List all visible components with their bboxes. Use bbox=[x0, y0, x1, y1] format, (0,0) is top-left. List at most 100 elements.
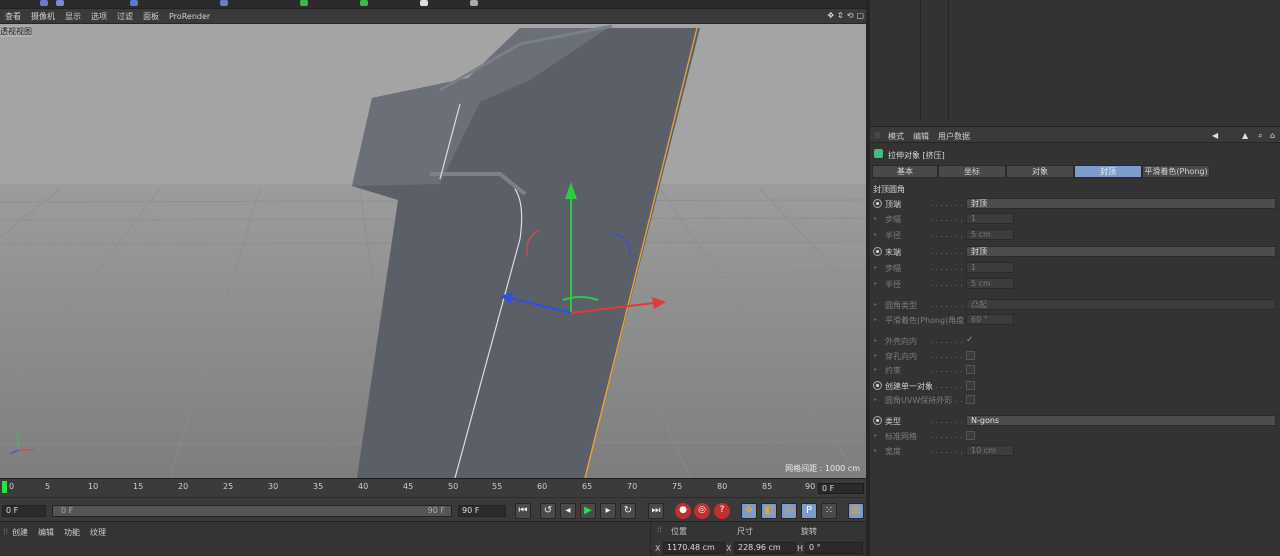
attribute-number-field[interactable]: 1 bbox=[966, 262, 1014, 273]
menu-options[interactable]: 选项 bbox=[86, 11, 112, 22]
go-to-start-icon[interactable]: ⏮ bbox=[515, 503, 531, 519]
viewport-scene[interactable] bbox=[0, 24, 866, 478]
menu-function[interactable]: 功能 bbox=[64, 527, 80, 538]
checkbox[interactable] bbox=[966, 351, 975, 360]
tool-icon[interactable] bbox=[220, 0, 228, 6]
menu-prorender[interactable]: ProRender bbox=[164, 12, 215, 21]
zoom-nav-icon[interactable]: ⇕ bbox=[837, 11, 844, 20]
attribute-number-field[interactable]: 5 cm bbox=[966, 278, 1014, 289]
attribute-dropdown[interactable]: 封顶 bbox=[966, 198, 1276, 209]
key-rotation-icon[interactable]: ◎ bbox=[781, 503, 797, 519]
animate-radio-icon[interactable] bbox=[873, 247, 882, 256]
end-frame-field[interactable]: 90 F bbox=[458, 505, 506, 517]
tab-coord[interactable]: 坐标 bbox=[938, 165, 1006, 178]
attribute-row: ▸ 约束 . . . . . . . bbox=[870, 363, 1280, 377]
attribute-number-field[interactable]: 10 cm bbox=[966, 445, 1014, 456]
menu-user-data[interactable]: 用户数据 bbox=[938, 131, 970, 142]
rotate-nav-icon[interactable]: ⟲ bbox=[847, 11, 854, 20]
checkbox[interactable] bbox=[966, 431, 975, 440]
menu-filter[interactable]: 过滤 bbox=[112, 11, 138, 22]
menu-panel[interactable]: 面板 bbox=[138, 11, 164, 22]
label-leader-dots: . . . . . . . bbox=[930, 395, 964, 404]
attribute-number-field[interactable]: 5 cm bbox=[966, 229, 1014, 240]
next-frame-icon[interactable]: ▸ bbox=[600, 503, 616, 519]
tab-caps[interactable]: 封顶 bbox=[1074, 165, 1142, 178]
start-frame-field[interactable]: 0 F bbox=[2, 505, 46, 517]
attribute-row: 创建单一对象. . . . . . . bbox=[870, 379, 1280, 393]
menu-display[interactable]: 显示 bbox=[60, 11, 86, 22]
timeline-tick: 25 bbox=[223, 482, 234, 491]
attribute-label: 外壳向内 bbox=[885, 337, 917, 346]
perspective-viewport[interactable]: 透视视图 网格间距 : 1000 cm bbox=[0, 24, 866, 478]
label-leader-dots: . . . . . . . bbox=[930, 446, 964, 455]
playhead[interactable] bbox=[2, 481, 7, 493]
next-key-icon[interactable]: ↻ bbox=[620, 503, 636, 519]
attribute-dropdown[interactable]: 凸起 bbox=[966, 299, 1276, 310]
tab-phong[interactable]: 平滑着色(Phong) bbox=[1142, 165, 1210, 178]
tool-icon[interactable] bbox=[56, 0, 64, 6]
maximize-icon[interactable]: ▢ bbox=[856, 11, 864, 20]
tool-icon[interactable] bbox=[360, 0, 368, 6]
size-x-field[interactable]: 228.96 cm bbox=[734, 542, 796, 554]
size-x-label: X bbox=[726, 544, 732, 553]
extrude-object-icon bbox=[874, 149, 883, 158]
frame-range-slider[interactable]: 0 F 90 F bbox=[52, 505, 452, 517]
tab-basic[interactable]: 基本 bbox=[872, 165, 938, 178]
viewport-nav-icons: ✥ ⇕ ⟲ ▢ bbox=[827, 11, 864, 20]
up-arrow-icon[interactable]: ▲ bbox=[1242, 131, 1248, 140]
menu-camera[interactable]: 摄像机 bbox=[26, 11, 60, 22]
coordinates-manager: ⁞⁞ 位置 尺寸 旋转 X 1170.48 cm X 228.96 cm H 0… bbox=[650, 522, 866, 556]
tool-icon[interactable] bbox=[130, 0, 138, 6]
attribute-number-field[interactable]: 1 bbox=[966, 213, 1014, 224]
menu-texture[interactable]: 纹理 bbox=[90, 527, 106, 538]
record-keys-icon[interactable]: ● bbox=[675, 503, 691, 519]
play-icon[interactable]: ▶ bbox=[580, 503, 596, 519]
expand-arrow-icon: ▸ bbox=[874, 215, 878, 222]
tool-icon[interactable] bbox=[40, 0, 48, 6]
position-x-field[interactable]: 1170.48 cm bbox=[663, 542, 725, 554]
key-parameter-icon[interactable]: P bbox=[801, 503, 817, 519]
menu-edit[interactable]: 编辑 bbox=[38, 527, 54, 538]
menu-create[interactable]: 创建 bbox=[12, 527, 28, 538]
tool-icon[interactable] bbox=[420, 0, 428, 6]
film-icon[interactable]: ▤ bbox=[848, 503, 864, 519]
current-frame-field[interactable]: 0 F bbox=[818, 483, 864, 494]
column-divider bbox=[920, 0, 921, 122]
timeline-tick: 5 bbox=[45, 482, 51, 491]
animate-radio-icon[interactable] bbox=[873, 381, 882, 390]
attribute-row: ▸ 圆角类型 . . . . . . . 凸起 bbox=[870, 298, 1280, 312]
checkbox[interactable]: ✓ bbox=[966, 336, 975, 345]
menu-mode[interactable]: 模式 bbox=[888, 131, 904, 142]
auto-key-icon[interactable]: ◎ bbox=[694, 503, 710, 519]
key-pla-icon[interactable]: ⁙ bbox=[821, 503, 837, 519]
keyframe-selection-icon[interactable]: ? bbox=[714, 503, 730, 519]
attribute-row: ▸ 穿孔向内 . . . . . . . bbox=[870, 349, 1280, 363]
prev-key-icon[interactable]: ↺ bbox=[540, 503, 556, 519]
prev-frame-icon[interactable]: ◂ bbox=[560, 503, 576, 519]
move-nav-icon[interactable]: ✥ bbox=[827, 11, 834, 20]
animate-radio-icon[interactable] bbox=[873, 199, 882, 208]
key-position-icon[interactable]: ✥ bbox=[741, 503, 757, 519]
back-arrow-icon[interactable]: ◀ bbox=[1212, 131, 1218, 140]
tool-icon[interactable] bbox=[300, 0, 308, 6]
menu-edit-attr[interactable]: 编辑 bbox=[913, 131, 929, 142]
attribute-dropdown[interactable]: 封顶 bbox=[966, 246, 1276, 257]
checkbox[interactable] bbox=[966, 365, 975, 374]
checkbox[interactable] bbox=[966, 395, 975, 404]
attribute-dropdown[interactable]: N-gons bbox=[966, 415, 1276, 426]
go-to-end-icon[interactable]: ⏭ bbox=[648, 503, 664, 519]
lock-icon[interactable]: ⌂ bbox=[1270, 131, 1275, 140]
rotation-h-field[interactable]: 0 ° bbox=[805, 542, 863, 554]
key-scale-icon[interactable]: ◧ bbox=[761, 503, 777, 519]
x-axis-label: X bbox=[655, 544, 661, 553]
timeline-ruler[interactable]: 0 5 10 15 20 25 30 35 40 45 50 55 60 65 … bbox=[0, 478, 866, 497]
tool-icon[interactable] bbox=[470, 0, 478, 6]
checkbox[interactable] bbox=[966, 381, 975, 390]
menu-view[interactable]: 查看 bbox=[0, 11, 26, 22]
tab-object[interactable]: 对象 bbox=[1006, 165, 1074, 178]
timeline-tick: 65 bbox=[582, 482, 593, 491]
animate-radio-icon[interactable] bbox=[873, 416, 882, 425]
object-manager[interactable] bbox=[870, 0, 1280, 126]
search-icon[interactable]: ⌕ bbox=[1258, 131, 1262, 141]
attribute-number-field[interactable]: 60 ° bbox=[966, 314, 1014, 325]
